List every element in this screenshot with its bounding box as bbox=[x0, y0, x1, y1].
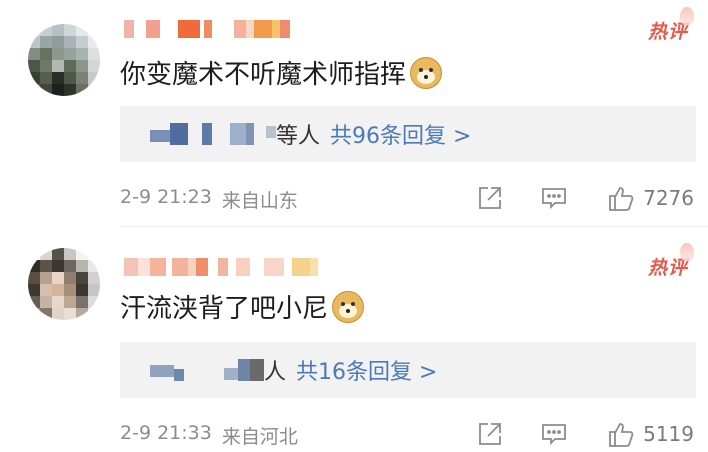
avatar[interactable] bbox=[28, 248, 100, 320]
flame-icon bbox=[680, 243, 694, 261]
location: 来自山东 bbox=[221, 190, 298, 212]
like-count: 5119 bbox=[643, 422, 694, 446]
comment-meta: 2-9 21:23 来自山东 bbox=[120, 186, 298, 213]
comment-item-1: 热评 你变魔术不听魔术师指挥 等人 共96条回复 > 2-9 21:23 来自山… bbox=[0, 0, 708, 226]
share-button[interactable] bbox=[477, 185, 503, 211]
share-icon bbox=[479, 423, 501, 445]
divider bbox=[120, 226, 708, 227]
hot-comment-badge: 热评 bbox=[648, 7, 694, 44]
comment-actions: 5119 bbox=[477, 420, 694, 448]
comment-icon bbox=[542, 424, 566, 446]
view-replies-link[interactable]: 共16条回复 > bbox=[296, 354, 437, 386]
timestamp: 2-9 21:23 bbox=[120, 186, 212, 208]
like-button[interactable]: 7276 bbox=[607, 184, 694, 212]
username-pixelated[interactable] bbox=[124, 258, 318, 276]
doge-icon bbox=[332, 290, 365, 323]
thumbs-up-icon bbox=[609, 423, 634, 447]
replies-summary[interactable]: 人 共16条回复 > bbox=[120, 342, 696, 398]
comment-button[interactable] bbox=[541, 422, 567, 446]
replies-summary[interactable]: 等人 共96条回复 > bbox=[120, 106, 696, 162]
like-button[interactable]: 5119 bbox=[607, 420, 694, 448]
comment-actions: 7276 bbox=[477, 184, 694, 212]
comment-text: 你变魔术不听魔术师指挥 bbox=[120, 54, 443, 91]
comment-icon bbox=[542, 188, 566, 210]
replier-names-pixelated bbox=[150, 123, 276, 145]
view-replies-link[interactable]: 共96条回复 > bbox=[330, 118, 471, 150]
timestamp: 2-9 21:33 bbox=[120, 422, 212, 444]
hot-comment-badge: 热评 bbox=[648, 243, 694, 280]
like-count: 7276 bbox=[643, 186, 694, 210]
share-button[interactable] bbox=[477, 421, 503, 447]
avatar[interactable] bbox=[28, 24, 100, 96]
comment-button[interactable] bbox=[541, 186, 567, 210]
comment-meta: 2-9 21:33 来自河北 bbox=[120, 422, 298, 449]
comment-text: 汗流浃背了吧小尼 bbox=[120, 288, 365, 325]
username-pixelated[interactable] bbox=[124, 20, 290, 38]
replier-names-pixelated bbox=[150, 359, 264, 381]
thumbs-up-icon bbox=[609, 187, 634, 211]
flame-icon bbox=[680, 7, 694, 25]
doge-icon bbox=[410, 56, 443, 89]
location: 来自河北 bbox=[221, 426, 298, 448]
replies-suffix: 人 bbox=[264, 360, 287, 385]
comment-item-2: 热评 汗流浃背了吧小尼 人 共16条回复 > 2-9 21:33 来自河北 51… bbox=[0, 228, 708, 452]
replies-suffix: 等人 bbox=[276, 124, 321, 149]
share-icon bbox=[479, 187, 501, 209]
